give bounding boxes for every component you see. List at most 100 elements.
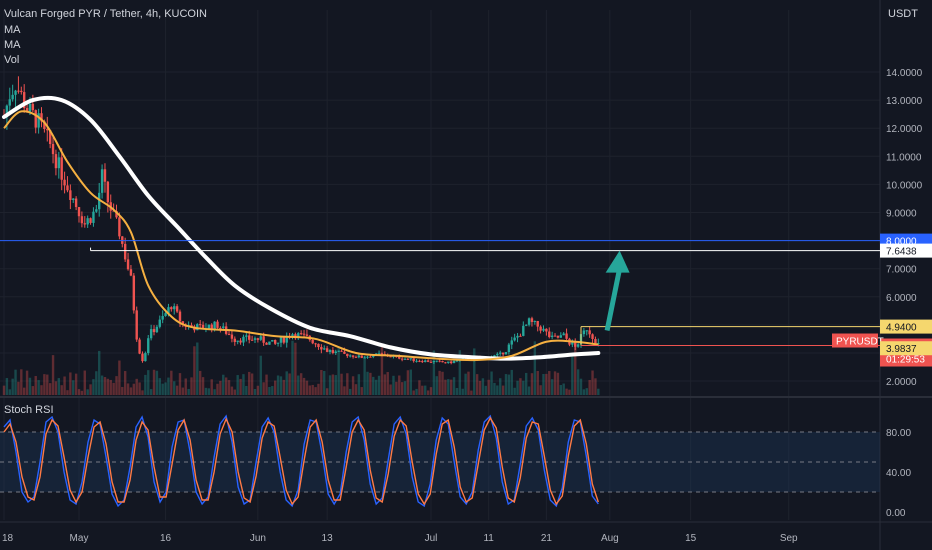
candle-body [530, 318, 534, 322]
volume-bar [37, 380, 40, 395]
trading-chart[interactable]: 14.0000 13.0000 12.0000 11.0000 10.0000 9.000… [0, 0, 932, 550]
candle-body [522, 325, 525, 336]
volume-bar [138, 382, 141, 395]
volume-bar [438, 370, 441, 395]
badge-resistance: 4.9400 [886, 323, 917, 334]
candle-body [242, 336, 245, 343]
candle-body [325, 348, 329, 352]
candle-body [302, 333, 306, 335]
volume-bar [129, 387, 133, 395]
candle-body [147, 338, 150, 354]
candle-body [340, 350, 343, 352]
volume-bar [112, 382, 115, 395]
candle-body [323, 348, 326, 350]
candle-body [545, 328, 548, 332]
indicator-ma-1[interactable]: MA [4, 24, 21, 36]
price-tick-label: 12.0000 [886, 124, 923, 135]
volume-bar [588, 380, 591, 395]
candle-body [138, 339, 141, 354]
volume-bar [553, 371, 557, 395]
candle-body [74, 198, 78, 208]
candle-body [418, 360, 421, 362]
volume-bar [519, 378, 522, 395]
volume-bar [354, 384, 358, 395]
volume-bar [285, 371, 288, 395]
candle-body [507, 344, 511, 353]
price-tick-label: 9.0000 [886, 209, 917, 220]
volume-bar [294, 342, 297, 395]
volume-bar [178, 373, 182, 395]
volume-bar [314, 387, 317, 395]
volume-bar [72, 380, 75, 395]
candle-body [236, 340, 239, 342]
candle-body [20, 90, 23, 93]
volume-bar [524, 372, 528, 395]
volume-bar [432, 350, 436, 395]
rsi-label[interactable]: Stoch RSI [4, 404, 54, 416]
volume-bar [325, 388, 329, 395]
candle-body [126, 259, 130, 270]
volume-bar [60, 385, 63, 395]
candle-body [317, 343, 320, 348]
volume-bar [478, 380, 482, 395]
candle-body [516, 335, 519, 338]
volume-bar [372, 376, 375, 395]
volume-bar [164, 382, 167, 395]
volume-bar [135, 378, 138, 395]
volume-bar [51, 355, 55, 395]
price-tick-label: 10.0000 [886, 180, 923, 191]
candle-body [449, 361, 453, 364]
candle-body [501, 352, 505, 355]
volume-bar [216, 383, 219, 395]
volume-bar [412, 390, 415, 395]
candle-body [8, 99, 11, 106]
indicator-ma-2[interactable]: MA [4, 39, 21, 51]
candle-body [406, 358, 410, 360]
volume-bar [242, 374, 245, 395]
volume-bar [227, 380, 231, 395]
volume-bar [461, 388, 464, 395]
volume-bar [271, 386, 274, 395]
candle-body [28, 103, 32, 112]
volume-bar [311, 384, 314, 395]
candle-body [100, 169, 104, 193]
volume-bar [63, 376, 66, 395]
price-tick-label: 13.0000 [886, 96, 923, 107]
volume-bar [467, 371, 470, 395]
volume-bar [490, 371, 493, 395]
volume-bar [424, 385, 427, 395]
candle-body [360, 355, 363, 358]
candle-body [426, 360, 430, 362]
volume-bar [297, 375, 300, 395]
candle-body [256, 338, 260, 340]
volume-bar [349, 388, 352, 395]
candle-body [299, 333, 303, 335]
price-tick-label: 14.0000 [886, 68, 923, 79]
volume-bar [230, 386, 234, 395]
volume-bar [31, 386, 35, 395]
volume-bar [409, 369, 412, 395]
candle-body [233, 338, 236, 342]
volume-bar [259, 355, 262, 395]
volume-bar [415, 388, 418, 395]
volume-bar [536, 370, 539, 395]
volume-bar [193, 346, 196, 395]
volume-bar [40, 385, 43, 395]
volume-bar [184, 378, 187, 395]
volume-bar [155, 370, 159, 395]
volume-bar [542, 373, 545, 395]
indicator-vol[interactable]: Vol [4, 54, 19, 66]
candle-body [409, 358, 412, 360]
candle-body [265, 342, 268, 345]
volume-bar [239, 378, 242, 395]
volume-bar [522, 380, 525, 395]
candle-body [227, 333, 231, 335]
volume-bar [121, 386, 124, 395]
volume-bar [25, 370, 29, 395]
candle-body [250, 339, 254, 341]
candle-body [123, 243, 127, 260]
volume-bar [167, 377, 170, 395]
volume-bar [204, 387, 208, 395]
volume-bar [22, 387, 26, 395]
time-tick-label: 21 [541, 533, 553, 544]
